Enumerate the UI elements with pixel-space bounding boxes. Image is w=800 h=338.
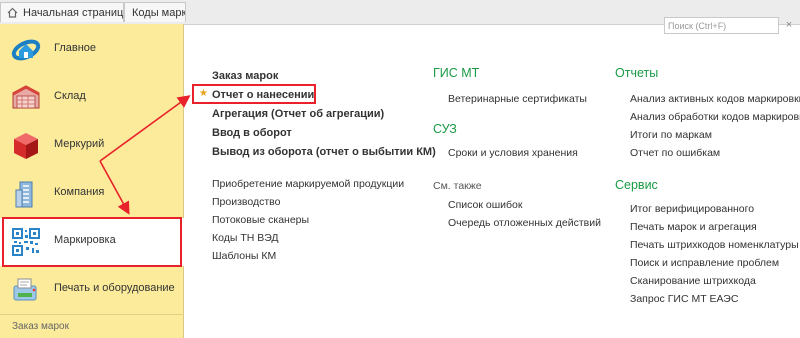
warehouse-icon (12, 85, 40, 109)
menu-item-tn-ved-codes[interactable]: Коды ТН ВЭД (212, 232, 279, 244)
sidebar-item-label: Компания (54, 186, 105, 198)
tab-home-label: Начальная страница (23, 7, 124, 19)
menu-item-km-templates[interactable]: Шаблоны КМ (212, 250, 276, 262)
printer-icon (13, 278, 37, 301)
menu-item-errors-report[interactable]: Отчет по ошибкам (630, 147, 720, 159)
menu-item-codes-processing-analysis[interactable]: Анализ обработки кодов маркировки (630, 111, 800, 123)
menu-item-application-report[interactable]: Отчет о нанесении (212, 89, 314, 101)
group-title-see-also: См. также (433, 180, 482, 192)
group-title-gis-mt: ГИС МТ (433, 66, 480, 80)
building-icon (15, 181, 33, 208)
menu-item-purchase[interactable]: Приобретение маркируемой продукции (212, 178, 404, 190)
sidebar-item-mercury[interactable]: Меркурий (0, 122, 184, 170)
search-input[interactable] (664, 17, 779, 34)
menu-item-error-list[interactable]: Список ошибок (448, 199, 522, 211)
sidebar-item-label: Склад (54, 90, 86, 102)
menu-item-production[interactable]: Производство (212, 196, 280, 208)
menu-item-aggregation[interactable]: Агрегация (Отчет об агрегации) (212, 108, 384, 120)
sidebar-item-label: Главное (54, 42, 97, 54)
menu-item-active-codes-analysis[interactable]: Анализ активных кодов маркировки (630, 93, 800, 105)
sidebar-item-warehouse[interactable]: Склад (0, 74, 184, 122)
menu-item-marks-totals[interactable]: Итоги по маркам (630, 129, 712, 141)
tab-codes[interactable]: Коды маркировки (124, 2, 186, 22)
menu-item-print-marks[interactable]: Печать марок и агрегация (630, 221, 757, 233)
sidebar-item-main[interactable]: Главное (0, 26, 184, 74)
sidebar-item-label: Печать и оборудование (54, 282, 175, 294)
menu-item-find-fix-problems[interactable]: Поиск и исправление проблем (630, 257, 779, 269)
tab-codes-label: Коды маркировки (132, 7, 186, 19)
menu-item-withdrawal[interactable]: Вывод из оборота (отчет о выбытии КМ) (212, 146, 436, 158)
menu-item-put-into-circulation[interactable]: Ввод в оборот (212, 127, 292, 139)
sidebar-footer: Заказ марок (0, 314, 184, 338)
menu-item-storage-terms[interactable]: Сроки и условия хранения (448, 147, 578, 159)
group-title-reports: Отчеты (615, 66, 659, 80)
sidebar-item-company[interactable]: Компания (0, 170, 184, 218)
sidebar-footer-label: Заказ марок (12, 321, 69, 332)
sidebar: Главное Склад Меркурий Компания Маркиров… (0, 24, 184, 338)
menu-item-vet-certificates[interactable]: Ветеринарные сертификаты (448, 93, 587, 105)
home-ring-icon (11, 39, 41, 61)
sidebar-item-print[interactable]: Печать и оборудование (0, 266, 184, 314)
sidebar-item-label: Меркурий (54, 138, 105, 150)
menu-item-deferred-queue[interactable]: Очередь отложенных действий (448, 217, 601, 229)
menu-item-print-barcodes[interactable]: Печать штрихкодов номенклатуры (630, 239, 799, 251)
sidebar-item-marking[interactable]: Маркировка (0, 218, 184, 266)
menu-item-order-marks[interactable]: Заказ марок (212, 70, 278, 82)
sidebar-item-label: Маркировка (54, 234, 116, 246)
favorite-star-icon[interactable]: ★ (199, 88, 208, 99)
menu-item-gis-eaeu-request[interactable]: Запрос ГИС МТ ЕАЭС (630, 293, 738, 305)
menu-item-verified-total[interactable]: Итог верифицированного (630, 203, 754, 215)
qr-code-icon (12, 228, 40, 256)
tab-home[interactable]: Начальная страница (0, 2, 124, 22)
menu-item-scan-barcode[interactable]: Сканирование штрихкода (630, 275, 756, 287)
home-icon (7, 7, 18, 18)
mercury-cube-icon (14, 133, 38, 159)
group-title-suz: СУЗ (433, 122, 457, 136)
group-title-service: Сервис (615, 178, 658, 192)
menu-item-stream-scanners[interactable]: Потоковые сканеры (212, 214, 309, 226)
clear-icon[interactable]: × (782, 18, 796, 32)
